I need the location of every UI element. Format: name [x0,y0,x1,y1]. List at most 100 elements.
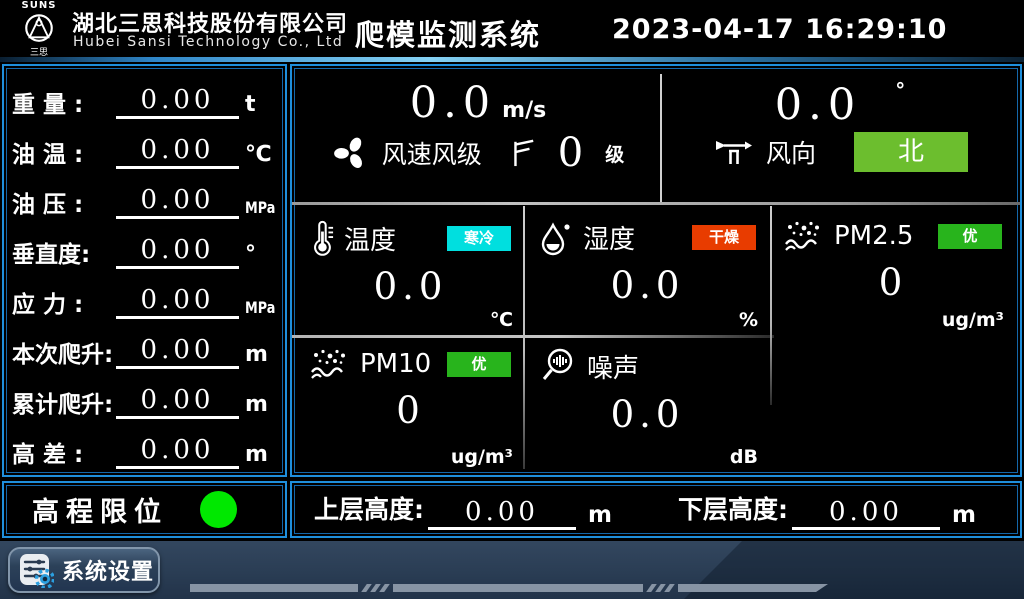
measure-unit: ° [245,242,279,273]
sensor-cell-pm10: PM10 优 0 ug/m³ [296,334,525,471]
limit-status-indicator [200,491,237,528]
measure-unit: m [245,442,279,473]
header-divider [0,57,1024,62]
toolbar-decorative-stripes [190,584,828,592]
lower-height-group: 下层高度: 0.00 m [678,490,976,530]
sensor-value: 0.0 [296,265,525,308]
wind-vane-icon [712,135,754,169]
dust-icon [784,219,824,253]
wind-direction-block: 0.0° 风向 北 [664,70,1016,204]
settings-button-label: 系统设置 [62,554,154,586]
header: SUNS 三思 湖北三思科技股份有限公司 Hubei Sansi Technol… [0,0,1024,57]
measure-row-verticality: 垂直度: 0.00 ° [12,223,279,273]
measure-value: 0.00 [116,435,239,469]
wind-level-value: 0 [558,130,583,176]
droplet-icon [539,220,573,256]
wind-speed-block: 0.0m/s 风速风级 [296,70,660,204]
wind-speed-value: 0.0 [410,78,496,128]
measurements-panel: 重 量 : 0.00 t 油 温 : 0.00 ℃ 油 压 : 0.00 MPa… [2,64,287,477]
measure-unit: t [245,92,279,123]
measure-label: 油 温 : [12,135,116,173]
page-title: 爬模监测系统 [355,12,541,54]
sensor-unit: % [739,309,758,331]
measure-row-stress: 应 力 : 0.00 MPa [12,273,279,323]
lower-height-label: 下层高度: [678,490,788,530]
sensor-value: 0.0 [525,264,770,307]
status-badge: 优 [938,224,1002,249]
lower-height-unit: m [952,502,976,530]
measure-value: 0.00 [116,235,239,269]
wind-direction-unit: ° [895,78,905,102]
sensor-cell-pm25: PM2.5 优 0 ug/m³ [770,206,1016,334]
sensor-value: 0.0 [525,393,770,436]
company-logo: SUNS 三思 [8,1,70,56]
wind-level-unit: 级 [605,140,624,167]
upper-height-label: 上层高度: [314,490,424,530]
measure-unit: MPa [245,198,272,223]
measure-unit: m [245,342,279,373]
measure-label: 重 量 : [12,85,116,123]
sensor-label: PM10 [360,349,431,379]
measure-unit: ℃ [245,142,279,173]
measure-label: 本次爬升: [12,335,116,373]
fan-icon [332,134,370,172]
measure-row-oil-pressure: 油 压 : 0.00 MPa [12,173,279,223]
logo-text-top: SUNS [8,1,70,11]
thermometer-icon [310,219,334,257]
upper-height-unit: m [588,502,612,530]
bottom-toolbar: 系统设置 [0,541,1024,599]
sensor-unit: dB [730,446,758,468]
sensor-cell-humidity: 湿度 干燥 0.0 % [525,206,770,334]
sensor-unit: ug/m³ [942,309,1004,331]
sansi-logo-icon [22,11,56,45]
elevation-limit-panel: 高程限位 [2,481,287,538]
measure-label: 油 压 : [12,185,116,223]
grid-divider-horizontal-1 [292,202,1020,205]
company-name-en: Hubei Sansi Technology Co., Ltd [73,34,343,50]
wind-flag-icon [508,136,536,170]
sensor-label: 噪声 [587,348,639,385]
measure-unit: m [245,392,279,423]
measure-value: 0.00 [116,135,239,169]
wind-divider [660,74,662,202]
measure-value: 0.00 [116,85,239,119]
system-settings-button[interactable]: 系统设置 [8,547,160,593]
measure-row-total-climb: 累计爬升: 0.00 m [12,373,279,423]
measure-label: 应 力 : [12,285,116,323]
measure-row-height-diff: 高 差 : 0.00 m [12,423,279,473]
measure-row-weight: 重 量 : 0.00 t [12,73,279,123]
measure-label: 高 差 : [12,435,116,473]
wind-speed-label: 风速风级 [382,135,482,171]
monitor-screen: SUNS 三思 湖北三思科技股份有限公司 Hubei Sansi Technol… [0,0,1024,599]
dust-icon [310,347,350,381]
measure-label: 垂直度: [12,235,116,273]
sensor-label: 温度 [344,220,396,257]
sensor-label: PM2.5 [834,221,913,251]
measure-value: 0.00 [116,185,239,219]
measure-row-oil-temp: 油 温 : 0.00 ℃ [12,123,279,173]
status-badge: 干燥 [692,225,756,250]
elevation-limit-label: 高程限位 [32,490,168,529]
noise-icon [539,347,577,385]
sensor-cell-noise: 噪声 0.0 dB [525,334,770,471]
lower-height-value: 0.00 [792,497,940,530]
sensor-grid: 温度 寒冷 0.0 ℃ 湿度 干燥 [296,206,1016,471]
datetime-display: 2023-04-17 16:29:10 [612,14,947,45]
sensor-value: 0 [296,389,525,432]
sensor-value: 0 [770,261,1016,304]
wind-speed-unit: m/s [502,98,546,123]
layer-heights-panel: 上层高度: 0.00 m 下层高度: 0.00 m [290,481,1022,538]
wind-direction-badge: 北 [854,132,968,172]
sensor-cell-empty [770,334,1016,471]
measure-row-current-climb: 本次爬升: 0.00 m [12,323,279,373]
measure-value: 0.00 [116,335,239,369]
sensor-cell-temperature: 温度 寒冷 0.0 ℃ [296,206,525,334]
upper-height-group: 上层高度: 0.00 m [314,490,612,530]
measure-value: 0.00 [116,285,239,319]
settings-sliders-icon [18,552,54,588]
sensor-unit: ℃ [490,309,513,331]
wind-direction-label: 风向 [766,134,816,170]
measure-value: 0.00 [116,385,239,419]
wind-section: 0.0m/s 风速风级 [296,70,1016,204]
environment-panel: 0.0m/s 风速风级 [290,64,1022,477]
